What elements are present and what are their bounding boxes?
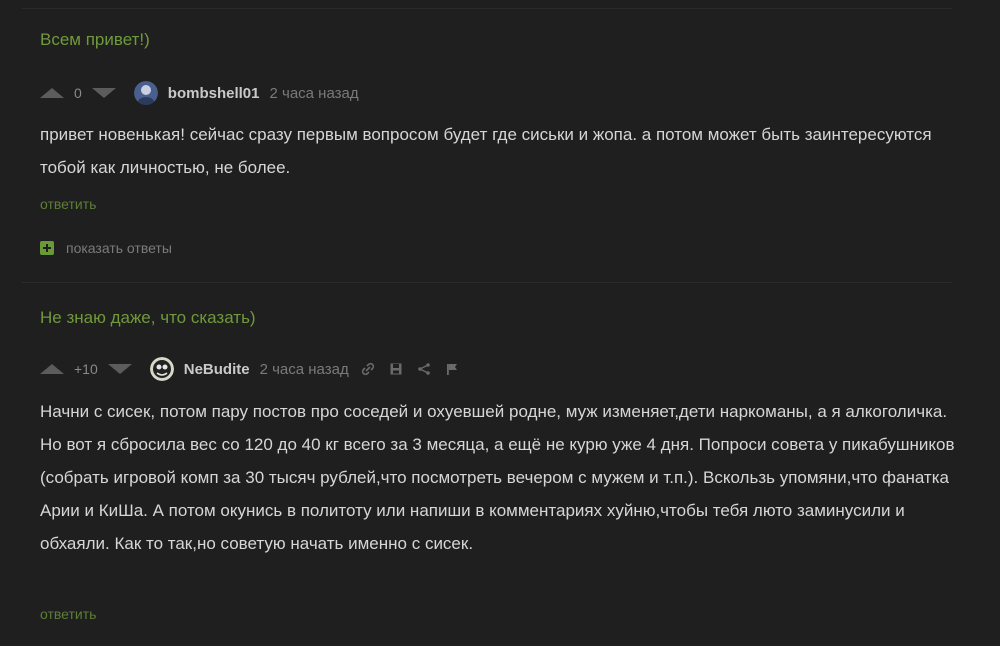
separator-top — [22, 8, 952, 9]
reply-button[interactable]: ответить — [40, 196, 96, 212]
parent-excerpt-link[interactable]: Всем привет!) — [40, 30, 150, 50]
avatar[interactable] — [133, 81, 158, 105]
expand-plus-icon — [40, 241, 54, 255]
link-icon[interactable] — [361, 362, 375, 376]
avatar[interactable] — [149, 357, 174, 381]
flag-icon[interactable] — [445, 362, 459, 376]
show-replies-button[interactable]: показать ответы — [40, 240, 172, 256]
save-icon[interactable] — [389, 362, 403, 376]
reply-button[interactable]: ответить — [40, 606, 96, 622]
rating-value: 0 — [74, 85, 82, 101]
comment-header: 0 bombshell01 2 часа назад — [40, 80, 371, 106]
timestamp[interactable]: 2 часа назад — [270, 85, 359, 102]
upvote-icon[interactable] — [40, 364, 64, 374]
username-link[interactable]: NeBudite — [184, 361, 250, 378]
upvote-icon[interactable] — [40, 88, 64, 98]
downvote-icon[interactable] — [91, 88, 116, 98]
downvote-icon[interactable] — [107, 364, 132, 374]
comment-header: +10 NeBudite 2 часа назад — [40, 356, 473, 382]
username-link[interactable]: bombshell01 — [168, 85, 260, 102]
parent-excerpt-link[interactable]: Не знаю даже, что сказать) — [40, 308, 256, 328]
rating-value: +10 — [74, 361, 98, 377]
show-replies-label: показать ответы — [66, 240, 172, 256]
separator-middle — [22, 282, 952, 283]
share-icon[interactable] — [417, 362, 431, 376]
timestamp[interactable]: 2 часа назад — [260, 361, 349, 378]
comment-text: привет новенькая! сейчас сразу первым во… — [40, 125, 932, 177]
comment-text: Начни с сисек, потом пару постов про сос… — [40, 402, 955, 553]
